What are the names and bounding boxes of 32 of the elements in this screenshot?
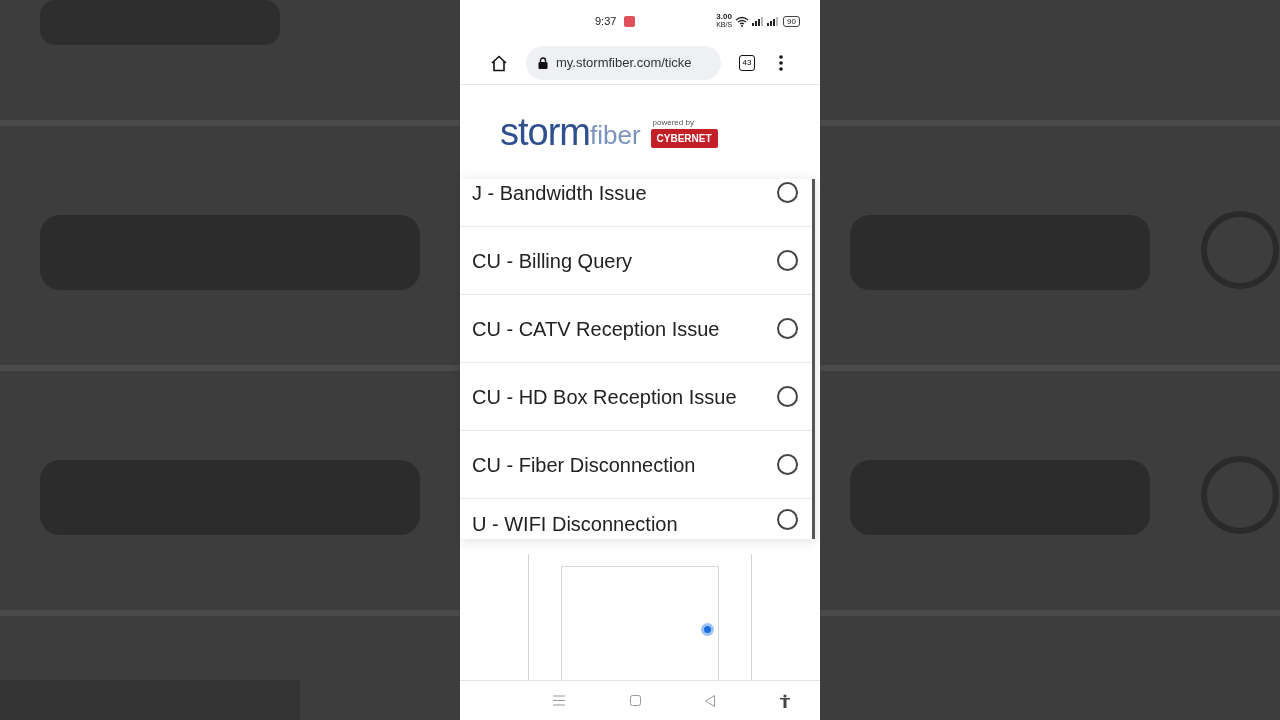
logo-wordmark: storm bbox=[500, 113, 590, 151]
notification-icon bbox=[624, 15, 636, 27]
partner-badge: CYBERNET bbox=[650, 128, 718, 148]
signal-icon bbox=[752, 16, 764, 26]
network-speed: 3.00 bbox=[716, 13, 732, 21]
option-row[interactable]: CU - Billing Query bbox=[460, 227, 812, 295]
radio-button[interactable] bbox=[777, 318, 798, 339]
logo-suffix: fiber bbox=[590, 122, 641, 148]
radio-button[interactable] bbox=[777, 509, 798, 530]
back-icon[interactable] bbox=[705, 694, 716, 707]
home-square-icon[interactable] bbox=[629, 695, 641, 706]
option-row[interactable]: CU - Fiber Disconnection bbox=[460, 431, 812, 499]
radio-button[interactable] bbox=[777, 454, 798, 475]
menu-icon[interactable] bbox=[553, 695, 565, 706]
clock-time: 9:37 bbox=[595, 13, 617, 29]
radio-button[interactable] bbox=[777, 182, 798, 203]
more-icon[interactable] bbox=[779, 55, 783, 71]
lock-icon bbox=[538, 57, 548, 69]
accessibility-icon[interactable] bbox=[779, 693, 790, 708]
powered-by-text: powered by bbox=[652, 116, 694, 129]
radio-button[interactable] bbox=[777, 386, 798, 407]
address-bar[interactable]: my.stormfiber.com/ticke bbox=[526, 46, 721, 80]
option-row[interactable]: CU - CATV Reception Issue bbox=[460, 295, 812, 363]
tab-count-button[interactable]: 43 bbox=[739, 55, 755, 71]
radio-button[interactable] bbox=[777, 250, 798, 271]
option-row[interactable]: CU - HD Box Reception Issue bbox=[460, 363, 812, 431]
battery-level: 90 bbox=[783, 15, 800, 27]
signal-icon bbox=[767, 16, 779, 26]
option-row[interactable]: U - WIFI Disconnection bbox=[460, 499, 812, 539]
home-icon[interactable] bbox=[490, 54, 508, 72]
option-row[interactable]: J - Bandwidth Issue bbox=[460, 179, 812, 227]
wifi-icon bbox=[735, 15, 750, 27]
